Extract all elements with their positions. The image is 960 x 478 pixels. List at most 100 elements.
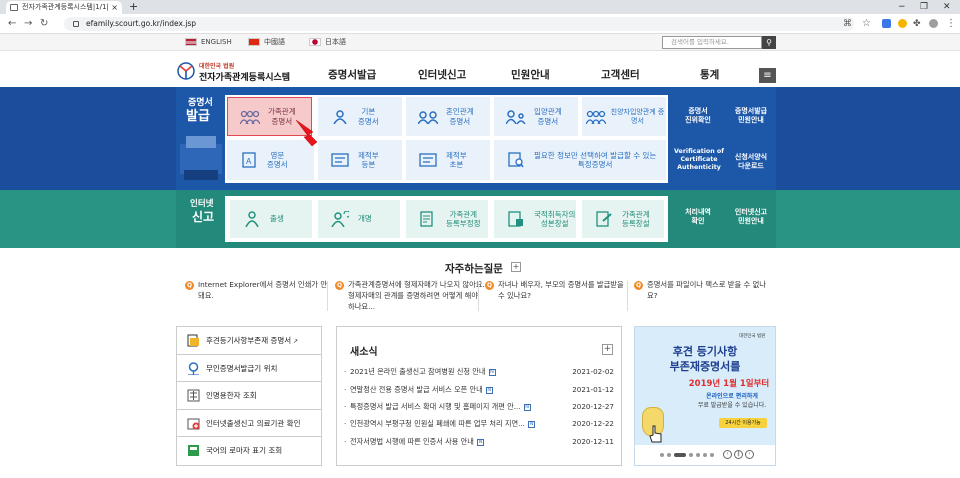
- news-item[interactable]: 2021년 온라인 출생신고 참여병원 신청 안내N 2021-02-02: [344, 367, 614, 377]
- reload-icon[interactable]: ↻: [40, 17, 48, 31]
- quicklink-kiosk-location[interactable]: 무인증명서발급기 위치: [177, 355, 321, 383]
- faq-item[interactable]: Q 증명서를 파일이나 팩스로 받을 수 없나요?: [634, 280, 774, 302]
- extension-icon[interactable]: [882, 19, 891, 28]
- pager-dot[interactable]: [667, 453, 671, 457]
- location-icon: [188, 361, 199, 375]
- news-item[interactable]: 특정증명서 발급 서비스 확대 시행 및 홈페이지 개편 안...N 2020-1…: [344, 402, 614, 412]
- language-bar: ENGLISH 中國語 日本語: [0, 34, 960, 51]
- profile-avatar-icon[interactable]: [929, 19, 938, 28]
- pager-dot[interactable]: [660, 453, 664, 457]
- lang-english[interactable]: ENGLISH: [185, 37, 232, 47]
- link-processing-status[interactable]: 처리내역 확인: [676, 208, 720, 226]
- news-item-date: 2020-12-22: [572, 419, 614, 428]
- link-verification-english[interactable]: Verification of Certificate Authenticity: [672, 148, 726, 173]
- search-input[interactable]: 검색어를 입력하세요.: [662, 36, 762, 49]
- banner-line3: 2019년 1월 1일부터: [688, 379, 770, 389]
- menu-civil-guide[interactable]: 민원안내: [511, 69, 550, 81]
- news-item-date: 2020-12-11: [572, 437, 614, 446]
- card-basic-certificate[interactable]: 기본 증명서: [318, 97, 402, 136]
- tab-title: 전자가족관계등록시스템|1/1|: [22, 3, 109, 11]
- family-icon: [240, 109, 260, 125]
- quicklink-hospital-check[interactable]: 인터넷출생신고 의료기관 확인: [177, 410, 321, 438]
- new-tab-icon[interactable]: +: [129, 0, 138, 14]
- quicklink-hanja-lookup[interactable]: 인명용한자 조회: [177, 382, 321, 410]
- lang-chinese[interactable]: 中國語: [248, 37, 285, 47]
- prev-icon[interactable]: ‹: [723, 450, 732, 459]
- quicklink-label: 무인증명서발급기 위치: [206, 363, 278, 373]
- quicklink-label: 인터넷출생신고 의료기관 확인: [206, 418, 301, 428]
- new-badge-icon: N: [523, 403, 531, 411]
- all-menu-button[interactable]: ≡: [759, 68, 776, 83]
- news-more-button[interactable]: +: [602, 344, 613, 355]
- card-label: 개명: [358, 214, 372, 224]
- news-item[interactable]: 전자서명법 시행에 따른 인증서 사용 안내N 2020-12-11: [344, 437, 614, 447]
- lang-japanese[interactable]: 日本語: [309, 37, 346, 47]
- pause-icon[interactable]: ‖: [734, 450, 743, 459]
- url-field[interactable]: efamily.scourt.go.kr/index.jsp: [64, 17, 854, 31]
- pager-dot-active[interactable]: [674, 453, 686, 457]
- card-nationality-surname-creation[interactable]: 국적취득자의 성본창설: [494, 200, 576, 238]
- quicklink-guardianship-certificate[interactable]: 후견등기사항부존재 증명서 ↗: [177, 327, 321, 355]
- report-section-label-bottom: 신고: [192, 210, 215, 224]
- link-issuance-civil-guide[interactable]: 증명서발급 민원안내: [726, 107, 776, 125]
- faq-item[interactable]: Q 가족관계증명서에 형제자매가 나오지 않아요. 형제자매의 관계를 증명하려면…: [335, 280, 487, 313]
- browser-tab[interactable]: 전자가족관계등록시스템|1/1| ×: [6, 1, 122, 14]
- card-specific-certificate[interactable]: 필요한 정보만 선택하여 발급할 수 있는 특정증명서: [494, 140, 666, 180]
- card-birth-report[interactable]: 출생: [230, 200, 312, 238]
- card-label: 제적부 등본: [358, 150, 379, 169]
- card-adoption-certificate[interactable]: 입양관계 증명서: [494, 97, 578, 136]
- card-name-change-report[interactable]: 개명: [318, 200, 400, 238]
- news-title: 새소식: [350, 347, 378, 358]
- extensions-puzzle-icon[interactable]: ✤: [913, 17, 921, 31]
- close-window-icon[interactable]: ✕: [943, 0, 951, 14]
- news-item[interactable]: 인천광역시 부평구청 민원실 폐쇄에 따른 업무 처리 지연...N 2020-1…: [344, 419, 614, 429]
- lang-english-label: ENGLISH: [201, 38, 232, 46]
- translate-icon[interactable]: ⌘: [843, 17, 852, 31]
- link-form-download[interactable]: 신청서양식 다운로드: [726, 153, 776, 171]
- menu-internet-report[interactable]: 인터넷신고: [418, 69, 466, 81]
- menu-customer-center[interactable]: 고객센터: [601, 69, 640, 81]
- extension-icon[interactable]: [898, 19, 907, 28]
- card-removal-register-abstract[interactable]: 제적부 초본: [406, 140, 490, 180]
- back-icon[interactable]: ←: [8, 17, 16, 31]
- red-pointer-arrow-icon: [295, 119, 318, 147]
- link-report-civil-guide[interactable]: 인터넷신고 민원안내: [726, 208, 776, 226]
- pager-dot[interactable]: [689, 453, 693, 457]
- site-logo[interactable]: 대한민국 법원 전자가족관계등록시스템: [176, 60, 296, 84]
- pager-dot[interactable]: [703, 453, 707, 457]
- card-register-creation[interactable]: 가족관계 등록창설: [582, 200, 664, 238]
- pager-dot[interactable]: [710, 453, 714, 457]
- faq-item-text: Internet Explorer에서 증명서 인쇄가 안돼요.: [198, 280, 328, 300]
- book-icon: [188, 445, 199, 457]
- faq-more-button[interactable]: +: [511, 262, 521, 272]
- maximize-icon[interactable]: ❐: [920, 0, 928, 14]
- external-link-icon: ↗: [291, 338, 299, 345]
- browser-menu-icon[interactable]: ⋮: [946, 17, 956, 31]
- us-flag-icon: [185, 38, 197, 46]
- card-register-correction[interactable]: 가족관계 등록부정정: [406, 200, 488, 238]
- menu-statistics[interactable]: 통계: [700, 69, 719, 81]
- faq-item[interactable]: Q Internet Explorer에서 증명서 인쇄가 안돼요.: [185, 280, 330, 302]
- promo-banner[interactable]: 대한민국 법원 후견 등기사항 부존재증명서를 2019년 1월 1일부터 온라…: [634, 326, 776, 466]
- forward-icon[interactable]: →: [24, 17, 32, 31]
- link-certificate-verification[interactable]: 증명서 진위확인: [676, 107, 720, 125]
- bookmark-star-icon[interactable]: ☆: [862, 17, 871, 31]
- card-marriage-certificate[interactable]: 혼인관계 증명서: [406, 97, 490, 136]
- issue-section-label-top: 증명서: [188, 98, 213, 108]
- next-icon[interactable]: ›: [745, 450, 754, 459]
- faq-item[interactable]: Q 자녀나 배우자, 부모의 증명서를 발급받을 수 있나요?: [485, 280, 625, 302]
- minimize-icon[interactable]: −: [898, 0, 906, 14]
- printer-illustration: [180, 136, 222, 180]
- card-full-adoption-certificate[interactable]: 친양자입양관계 증명서: [582, 97, 666, 136]
- pager-dot[interactable]: [696, 453, 700, 457]
- quicklink-romanization[interactable]: 국어의 로마자 표기 조회: [177, 437, 321, 465]
- menu-certificate-issuance[interactable]: 증명서발급: [328, 69, 376, 81]
- close-tab-icon[interactable]: ×: [111, 1, 118, 14]
- news-item[interactable]: 연말정산 전용 증명서 발급 서비스 오픈 안내N 2021-01-12: [344, 385, 614, 395]
- search-button[interactable]: ⚲: [762, 36, 776, 49]
- question-icon: Q: [634, 281, 643, 290]
- lang-chinese-label: 中國語: [264, 38, 285, 46]
- card-removal-register-transcript[interactable]: 제적부 등본: [318, 140, 402, 180]
- card-label: 친양자입양관계 증명서: [610, 107, 665, 125]
- svg-text:A: A: [246, 157, 252, 166]
